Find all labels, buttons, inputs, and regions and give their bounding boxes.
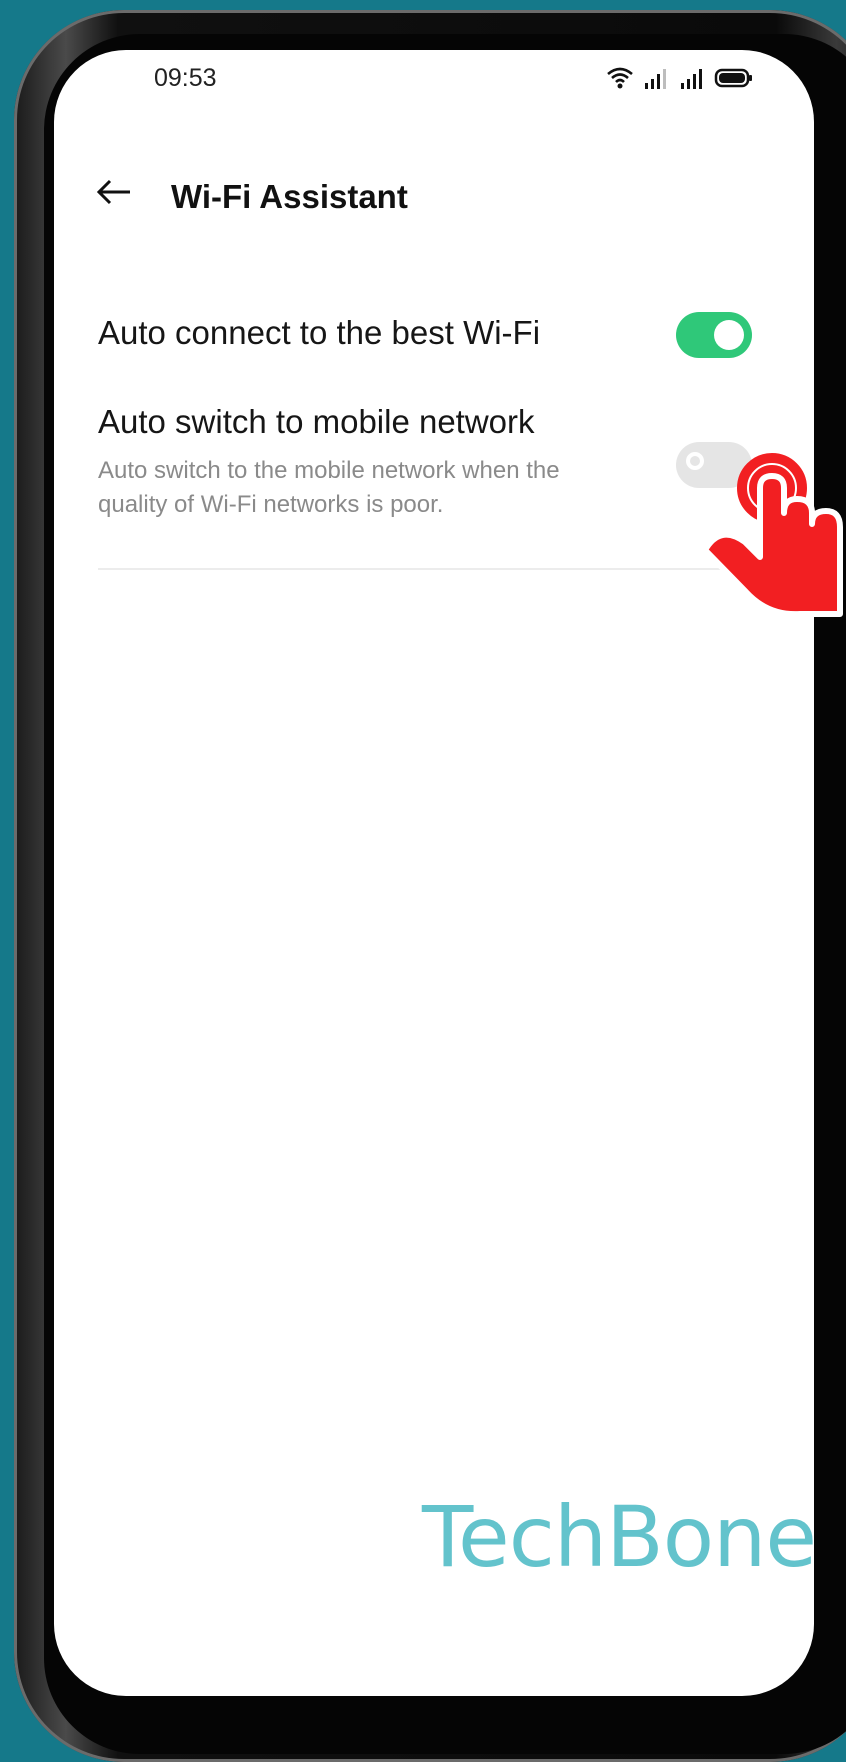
auto-connect-toggle[interactable] (676, 312, 752, 358)
arrow-left-icon (94, 177, 134, 212)
setting-auto-connect[interactable]: Auto connect to the best Wi-Fi (98, 295, 758, 375)
header: Wi-Fi Assistant (54, 160, 814, 230)
setting-description: Auto switch to the mobile network when t… (98, 457, 560, 518)
toggle-knob (714, 320, 744, 350)
watermark: TechBone (422, 1488, 814, 1586)
page-title: Wi-Fi Assistant (171, 178, 408, 215)
status-time: 09:53 (154, 64, 217, 92)
signal-icon (678, 66, 706, 95)
back-button[interactable] (92, 172, 136, 216)
setting-title: Auto connect to the best Wi-Fi (98, 314, 541, 351)
setting-title: Auto switch to mobile network (98, 403, 535, 440)
signal-icon (642, 66, 670, 95)
tap-hand-icon (650, 402, 846, 622)
wifi-icon (606, 66, 634, 95)
status-icons (606, 66, 754, 95)
phone-screen: 09:53 Wi-Fi Assistant Auto connect to th… (54, 50, 814, 1696)
battery-icon (714, 66, 754, 95)
status-bar: 09:53 (54, 50, 814, 110)
